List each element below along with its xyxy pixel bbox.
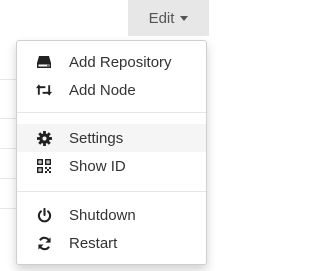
menu-item-settings[interactable]: Settings [17, 124, 206, 152]
refresh-icon [36, 235, 52, 251]
caret-down-icon [180, 15, 189, 21]
edit-menu-toggle[interactable]: Edit [128, 0, 209, 36]
menu-item-shutdown[interactable]: Shutdown [17, 201, 206, 229]
menu-item-label: Shutdown [69, 206, 136, 224]
menu-divider [17, 191, 206, 192]
qrcode-icon [36, 158, 52, 174]
edit-dropdown-menu: Add Repository Add Node Settings Show ID… [16, 40, 207, 265]
edit-menu-label: Edit [148, 9, 175, 27]
menu-item-label: Add Repository [69, 53, 172, 71]
menu-item-add-node[interactable]: Add Node [17, 76, 206, 104]
menu-item-label: Show ID [69, 157, 126, 175]
power-icon [36, 207, 52, 223]
menu-item-label: Restart [69, 234, 118, 252]
menu-item-label: Add Node [69, 81, 136, 99]
gear-icon [36, 130, 52, 146]
hdd-icon [36, 54, 52, 70]
menu-item-label: Settings [69, 129, 124, 147]
menu-item-restart[interactable]: Restart [17, 229, 206, 257]
menu-divider [17, 112, 206, 113]
menu-item-show-id[interactable]: Show ID [17, 152, 206, 180]
retweet-icon [36, 82, 52, 98]
menu-item-add-repository[interactable]: Add Repository [17, 48, 206, 76]
